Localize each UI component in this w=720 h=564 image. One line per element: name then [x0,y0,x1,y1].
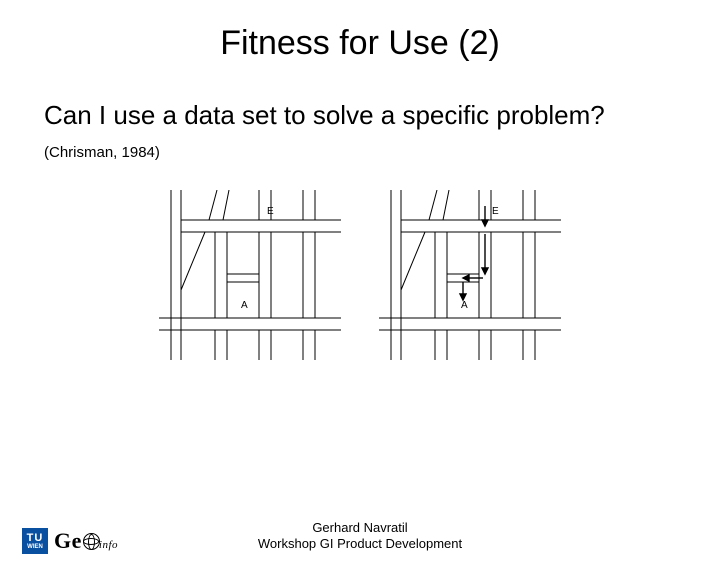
tu-top: TU [27,533,44,544]
map-left: E A [159,190,341,360]
label-A-left: A [241,300,248,311]
logo-block: TU WIEN Ge info [22,528,118,554]
label-A-right: A [461,300,468,311]
label-E-left: E [267,206,274,217]
geo-prefix: Ge [54,528,82,553]
tu-bottom: WIEN [27,544,43,550]
map-figures: E A [0,190,720,360]
geoinfo-logo: Ge info [54,528,118,554]
question-text: Can I use a data set to solve a specific… [44,100,605,130]
map-right: E A [379,190,561,360]
slide-body: Can I use a data set to solve a specific… [44,99,676,164]
slide-title: Fitness for Use (2) [0,24,720,63]
citation-text: (Chrisman, 1984) [44,144,160,161]
tu-wien-logo-icon: TU WIEN [22,528,48,554]
slide-container: Fitness for Use (2) Can I use a data set… [0,24,720,564]
globe-icon [83,533,100,550]
label-E-right: E [492,206,499,217]
info-suffix: info [99,539,118,551]
